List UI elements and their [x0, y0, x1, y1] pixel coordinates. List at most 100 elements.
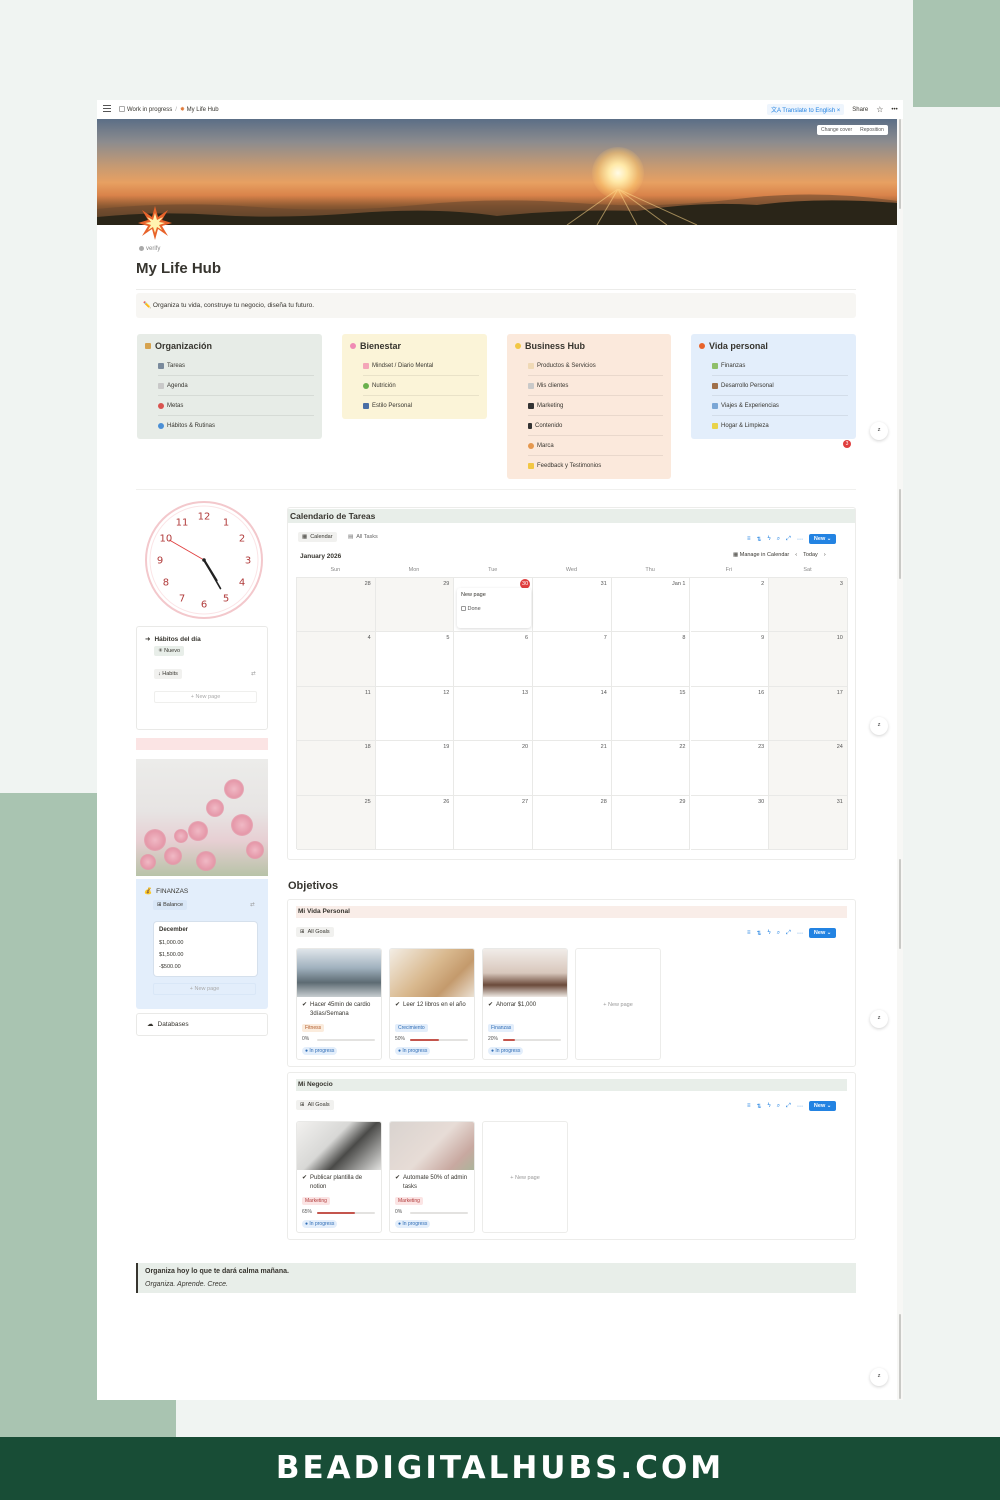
calendar-day-cell[interactable]: 24	[769, 741, 848, 796]
goals-negocio-title[interactable]: Mi Negocio	[296, 1079, 847, 1091]
goal-new-page[interactable]: + New page	[575, 948, 661, 1060]
hub-title[interactable]: Business Hub	[525, 341, 585, 351]
goal-card[interactable]: ✔ Leer 12 libros en el año Crecimiento 50% ●…	[389, 948, 475, 1060]
sort-icon[interactable]: ⇅	[757, 536, 762, 543]
more-icon[interactable]: ⋯	[797, 1103, 803, 1110]
calendar-day-cell[interactable]: 27	[454, 795, 534, 850]
new-goal-button[interactable]: New ⌄	[808, 1101, 837, 1111]
goal-card[interactable]: ✔ Hacer 45min de cardio 3días/Semana Fitne…	[296, 948, 382, 1060]
reposition-button[interactable]: Reposition	[856, 125, 888, 135]
hub-link-hogar[interactable]: Hogar & Limpieza	[712, 416, 848, 436]
comment-icon[interactable]: ᶻ	[870, 1010, 888, 1028]
search-icon[interactable]: ⌕	[777, 536, 780, 543]
habits-view-tab[interactable]: ↓ Habits	[154, 669, 182, 679]
quote-block[interactable]: Organiza hoy lo que te dará calma mañana…	[136, 1263, 856, 1293]
new-habit-button[interactable]: ✳ Nuevo	[154, 646, 185, 656]
all-goals-tab[interactable]: ⊞ All Goals	[296, 1100, 334, 1110]
databases-link[interactable]: ☁ Databases	[136, 1013, 268, 1036]
new-task-button[interactable]: New ⌄	[808, 534, 837, 544]
hub-link-marketing[interactable]: Marketing	[528, 396, 663, 416]
calendar-day-cell[interactable]: 28	[297, 578, 376, 633]
all-goals-tab[interactable]: ⊞ All Goals	[296, 927, 334, 937]
hub-link-metas[interactable]: Metas	[158, 396, 314, 416]
hub-link-finanzas[interactable]: Finanzas	[712, 356, 848, 376]
comment-icon[interactable]: ᶻ	[870, 717, 888, 735]
more-icon[interactable]: •••	[891, 107, 897, 113]
calendar-view-tab[interactable]: ▦ Calendar	[298, 532, 337, 542]
calendar-day-cell[interactable]: 13	[454, 686, 534, 742]
hub-link-agenda[interactable]: Agenda	[158, 376, 314, 396]
habits-title[interactable]: Hábitos del día	[154, 636, 200, 643]
hub-title[interactable]: Vida personal	[709, 341, 768, 351]
calendar-day-cell[interactable]: 23	[690, 741, 770, 796]
manage-calendar-button[interactable]: ▦ Manage in Calendar	[733, 552, 789, 558]
sort-icon[interactable]: ⇅	[757, 1103, 762, 1110]
scroll-thumb[interactable]	[899, 489, 901, 579]
calendar-day-cell[interactable]: 14	[533, 686, 612, 742]
hub-title[interactable]: Organización	[155, 341, 212, 351]
event-checkbox[interactable]: Done	[461, 606, 527, 612]
habits-new-page[interactable]: + New page	[154, 691, 257, 703]
translate-button[interactable]: 文A Translate to English ×	[767, 104, 845, 115]
search-icon[interactable]: ⌕	[777, 930, 780, 937]
next-month-icon[interactable]: ›	[824, 552, 826, 558]
calendar-day-cell[interactable]: 11	[297, 686, 376, 742]
notification-badge[interactable]: 3	[843, 440, 851, 448]
calendar-day-cell[interactable]: 21	[533, 741, 612, 796]
calendar-day-cell[interactable]: 7	[533, 632, 612, 687]
filter-icon[interactable]: ≡	[747, 930, 751, 936]
new-goal-button[interactable]: New ⌄	[808, 928, 837, 938]
calendar-day-cell[interactable]: 18	[297, 741, 376, 796]
goal-new-page[interactable]: + New page	[482, 1121, 568, 1233]
more-icon[interactable]: ⋯	[797, 536, 803, 543]
calendar-day-cell[interactable]: 19	[375, 741, 455, 796]
calendar-day-cell[interactable]: 9	[690, 632, 770, 687]
calendar-day-cell[interactable]: 20	[454, 741, 534, 796]
page-burst-icon[interactable]	[137, 205, 173, 241]
hub-link-clientes[interactable]: Mis clientes	[528, 376, 663, 396]
sort-icon[interactable]: ⇄	[247, 669, 260, 679]
hub-link-contenido[interactable]: Contenido	[528, 416, 663, 436]
calendar-day-cell[interactable]: 2	[690, 578, 770, 633]
sort-icon[interactable]: ⇅	[757, 930, 762, 937]
calendar-day-cell[interactable]: 8	[611, 632, 691, 687]
breadcrumb-page[interactable]: My Life Hub	[187, 107, 219, 113]
goal-card[interactable]: ✔ Publicar plantilla de notion Marketing 65…	[296, 1121, 382, 1233]
filter-icon[interactable]: ≡	[747, 536, 751, 542]
hub-link-marca[interactable]: Marca	[528, 436, 663, 456]
calendar-day-cell[interactable]: 16	[690, 686, 770, 742]
hub-link-nutricion[interactable]: Nutrición	[363, 376, 479, 396]
page-title[interactable]: My Life Hub	[136, 260, 221, 277]
calendar-day-cell[interactable]: 26	[375, 795, 455, 850]
expand-icon[interactable]: ⤢	[786, 930, 791, 937]
hub-link-productos[interactable]: Productos & Servicios	[528, 356, 663, 376]
filter-icon[interactable]: ≡	[747, 1103, 751, 1109]
finanzas-card[interactable]: December $1,000.00 $1,500.00 -$500.00	[154, 922, 257, 976]
expand-icon[interactable]: ⤢	[786, 1103, 791, 1110]
search-icon[interactable]: ⌕	[777, 1103, 780, 1110]
hub-link-viajes[interactable]: Viajes & Experiencias	[712, 396, 848, 416]
sort-icon[interactable]: ⇄	[246, 900, 259, 910]
callout[interactable]: ✏️ Organiza tu vida, construye tu negoci…	[136, 293, 856, 318]
hub-link-tareas[interactable]: Tareas	[158, 356, 314, 376]
hub-link-habitos[interactable]: Hábitos & Rutinas	[158, 416, 314, 436]
balance-view-tab[interactable]: ⊞ Balance	[153, 900, 188, 910]
lightning-icon[interactable]: ϟ	[768, 1103, 771, 1109]
hub-link-feedback[interactable]: Feedback y Testimonios	[528, 456, 663, 476]
calendar-day-cell[interactable]: 22	[611, 741, 691, 796]
finanzas-new-page[interactable]: + New page	[153, 983, 256, 995]
finanzas-title[interactable]: FINANZAS	[156, 888, 188, 895]
all-tasks-tab[interactable]: ▤ All Tasks	[344, 532, 382, 542]
calendar-day-cell[interactable]: 30	[690, 795, 770, 850]
prev-month-icon[interactable]: ‹	[795, 552, 797, 558]
calendar-day-cell[interactable]: 29	[611, 795, 691, 850]
calendar-title[interactable]: Calendario de Tareas	[288, 509, 855, 523]
share-button[interactable]: Share	[852, 107, 868, 113]
objetivos-title[interactable]: Objetivos	[288, 880, 338, 892]
scroll-thumb[interactable]	[899, 119, 901, 209]
calendar-day-cell[interactable]: 28	[533, 795, 612, 850]
scroll-thumb[interactable]	[899, 1314, 901, 1399]
goal-card[interactable]: ✔ Automate 50% of admin tasks Marketing 0% ●…	[389, 1121, 475, 1233]
calendar-day-cell[interactable]: 25	[297, 795, 376, 850]
close-icon[interactable]: ×	[837, 108, 841, 114]
